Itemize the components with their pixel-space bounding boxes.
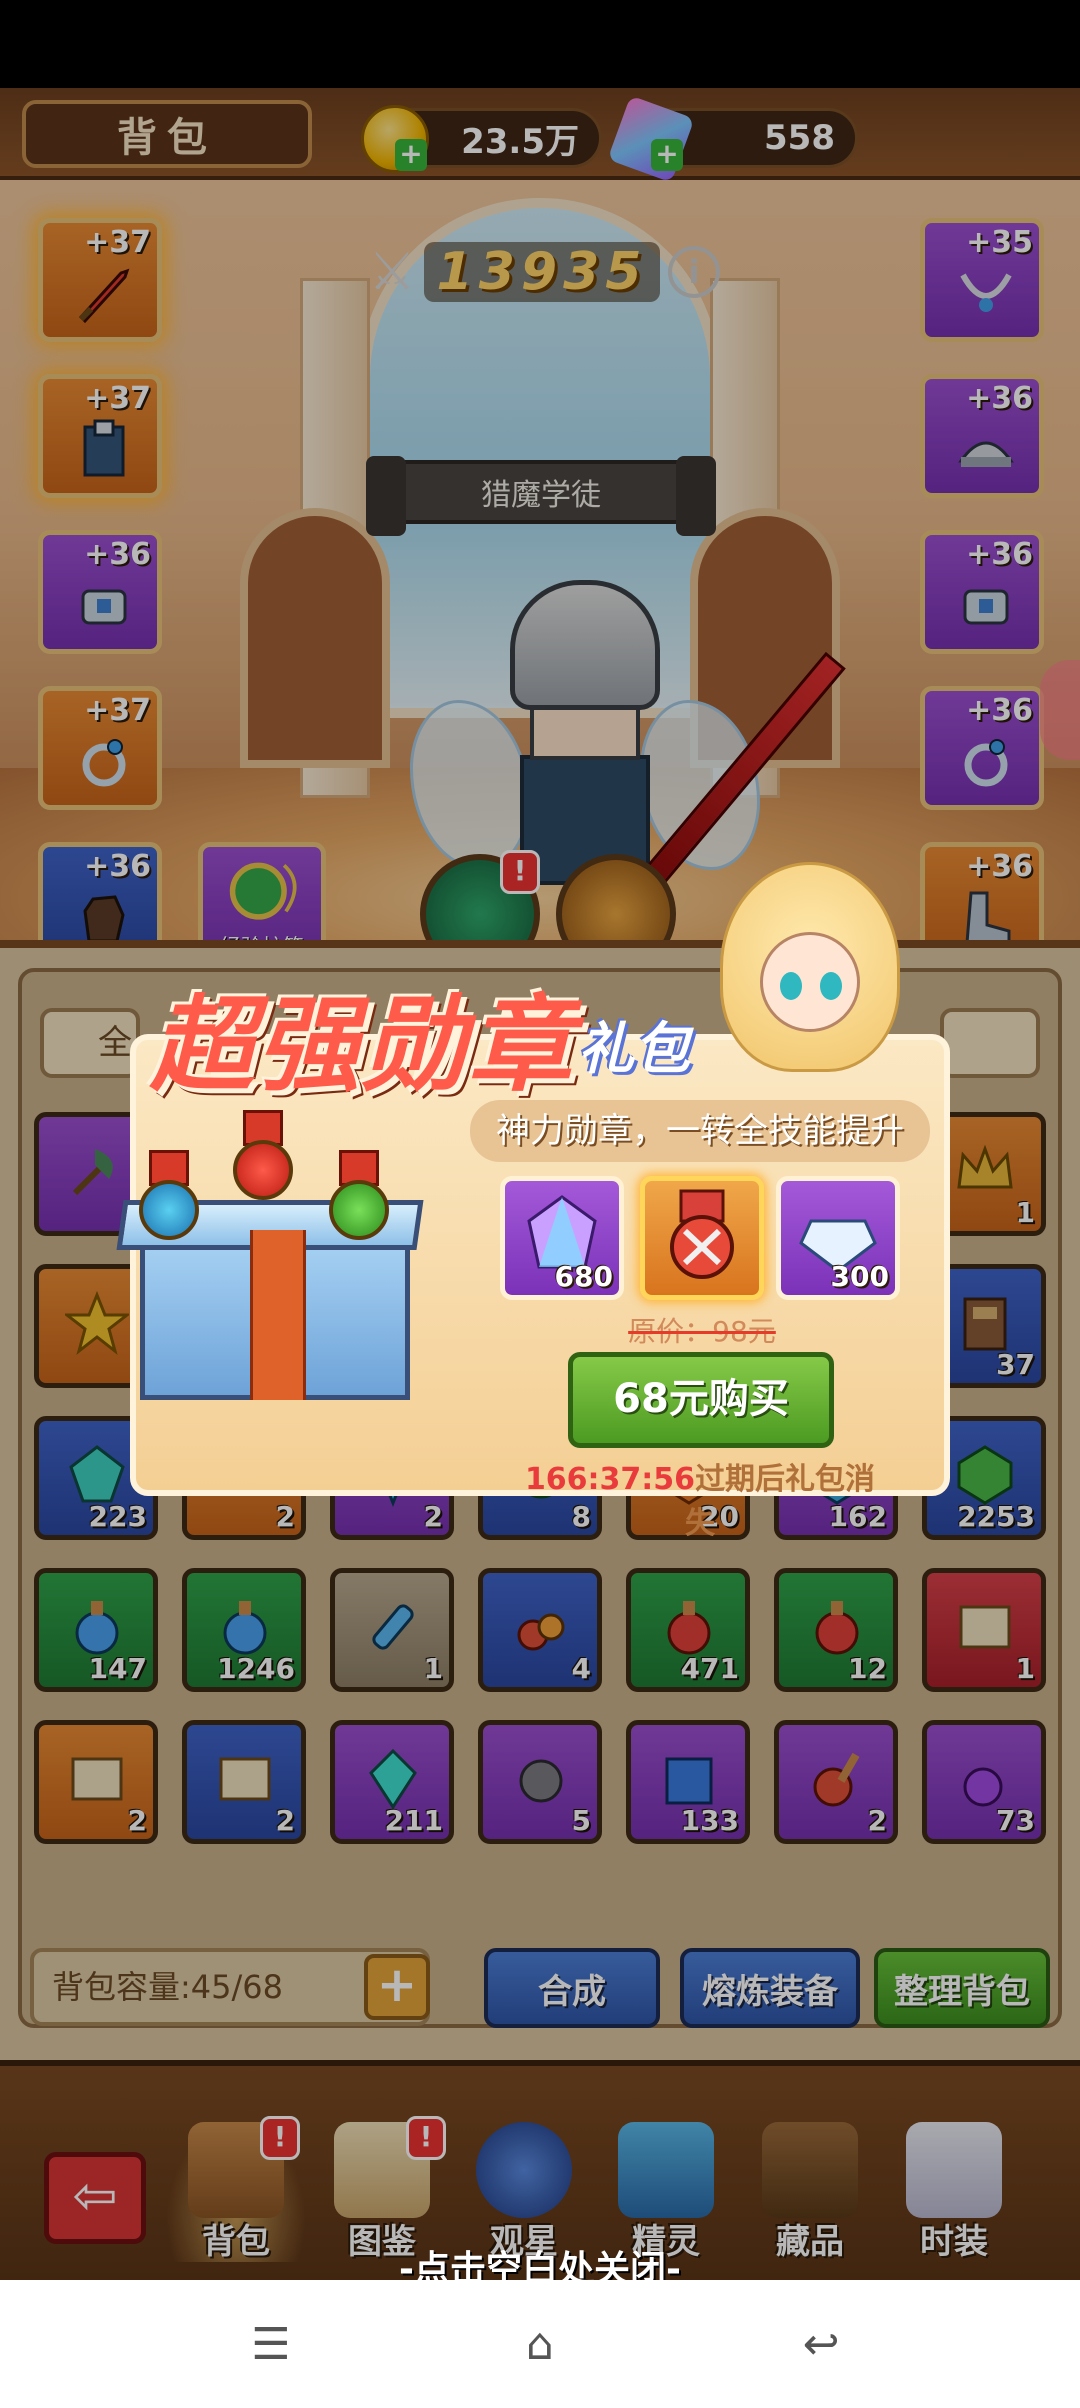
menu-icon[interactable]: ☰: [236, 2320, 306, 2370]
back-icon[interactable]: ↩: [786, 2320, 856, 2370]
reward-count: 300: [830, 1260, 889, 1293]
original-price: 原价：98元: [628, 1315, 776, 1348]
buy-button[interactable]: 68元购买: [568, 1352, 834, 1448]
gift-subtitle: 礼包: [578, 1017, 690, 1082]
gift-chest-image: [110, 1110, 440, 1410]
countdown-time: 166:37:56: [524, 1462, 696, 1497]
reward-item[interactable]: 300: [776, 1176, 900, 1300]
gift-title: 超强勋章: [150, 984, 575, 1106]
medal-icon: [228, 1110, 298, 1200]
reward-count: 680: [554, 1260, 613, 1293]
reward-item[interactable]: 680: [500, 1176, 624, 1300]
medal-icon: [134, 1150, 204, 1240]
mascot-girl: [700, 862, 920, 1102]
gift-description: 神力勋章，一转全技能提升: [470, 1100, 930, 1162]
gift-countdown: 166:37:56过期后礼包消失: [520, 1454, 880, 1542]
medal-icon: [324, 1150, 394, 1240]
home-icon[interactable]: ⌂: [505, 2320, 575, 2370]
countdown-suffix: 过期后礼包消失: [685, 1462, 876, 1541]
chest-ribbon: [250, 1230, 306, 1400]
reward-item[interactable]: [640, 1176, 764, 1300]
status-bar: [0, 0, 1080, 88]
medal-icon: [670, 1189, 734, 1279]
